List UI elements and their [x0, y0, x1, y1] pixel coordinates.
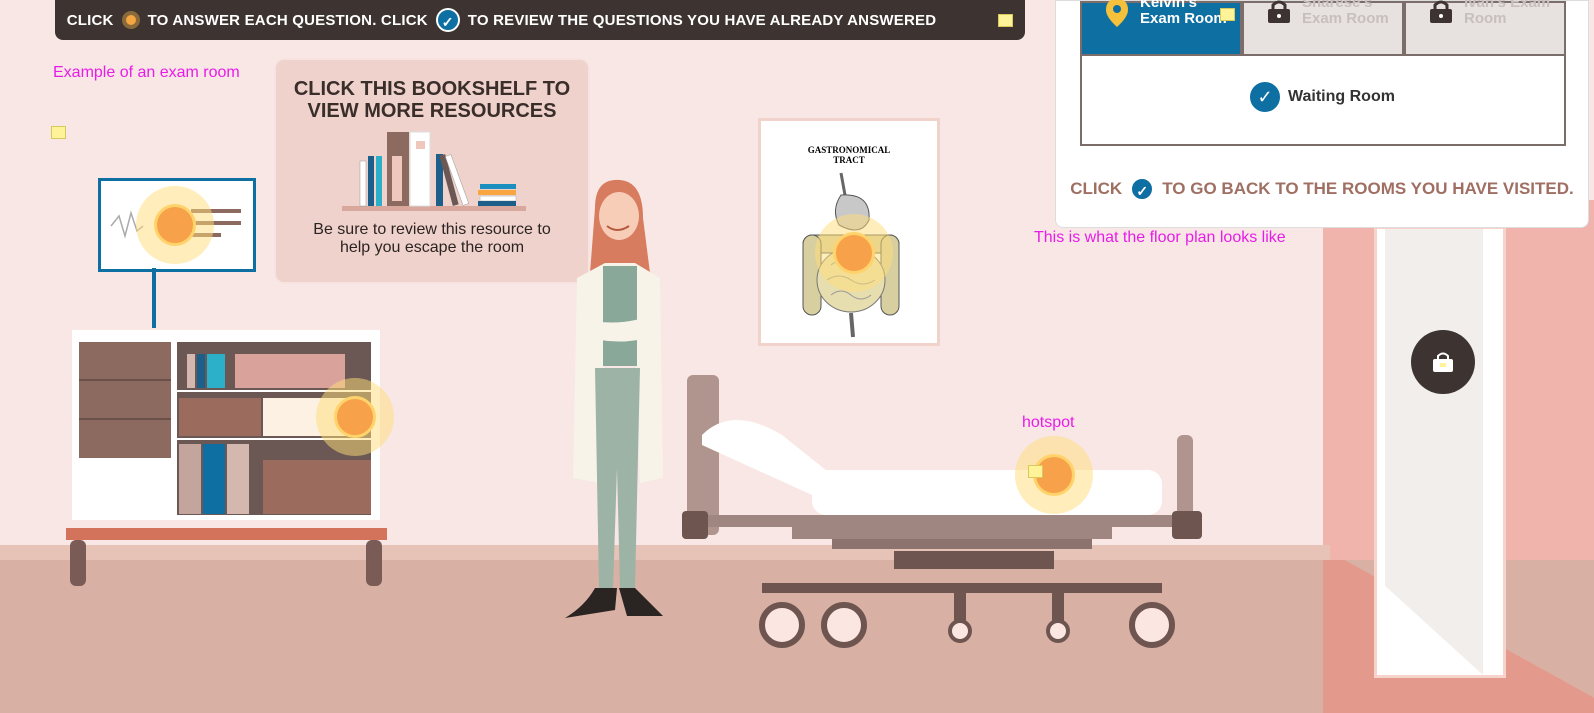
annotation-floor-plan: This is what the floor plan looks like	[1034, 229, 1286, 246]
room-kelvin[interactable]: Kelvin's Exam Room	[1080, 0, 1242, 56]
exit-door[interactable]	[1374, 226, 1506, 678]
note-icon[interactable]	[51, 126, 66, 139]
doctor-character[interactable]	[555, 178, 675, 630]
instruction-answer: TO ANSWER EACH QUESTION. CLICK	[147, 11, 428, 29]
floor-plan-panel: Kelvin's Exam Room Sharese's Exam Room I…	[1055, 0, 1589, 228]
hotspot-monitor[interactable]	[136, 186, 214, 264]
room-kelvin-label: Kelvin's Exam Room	[1140, 0, 1227, 27]
lock-icon	[1433, 352, 1453, 372]
checkmark-icon[interactable]: ✓	[435, 8, 460, 32]
note-icon[interactable]	[1220, 8, 1235, 21]
note-icon[interactable]	[998, 13, 1014, 27]
hotspot-poster[interactable]	[815, 214, 893, 292]
footer-text: TO GO BACK TO THE ROOMS YOU HAVE VISITED…	[1162, 179, 1574, 198]
map-pin-icon	[1106, 0, 1128, 27]
locked-door-button[interactable]	[1411, 330, 1475, 394]
room-ivan-label: Ivan's Exam Room	[1464, 0, 1551, 27]
bookshelf-card-body: Be sure to review this resource to help …	[313, 221, 551, 256]
cabinet-leg	[366, 540, 382, 586]
poster-title: GASTRONOMICAL TRACT	[807, 145, 891, 165]
cabinet-drawers	[79, 342, 171, 458]
monitor-stand	[152, 268, 156, 328]
hotspot-dot-icon	[121, 11, 140, 29]
bookshelf-resource-card[interactable]: CLICK THIS BOOKSHELF TO VIEW MORE RESOUR…	[274, 58, 590, 284]
lock-icon	[1268, 0, 1290, 23]
room-ivan[interactable]: Ivan's Exam Room	[1404, 0, 1566, 56]
waiting-room[interactable]: ✓ Waiting Room	[1080, 54, 1566, 146]
instruction-click-1: CLICK	[66, 11, 114, 29]
hotspot-cabinet[interactable]	[316, 378, 394, 456]
note-icon[interactable]	[1028, 465, 1043, 478]
room-sharese-label: Sharese's Exam Room	[1302, 0, 1389, 27]
instruction-bar: CLICK TO ANSWER EACH QUESTION. CLICK ✓ T…	[55, 0, 1025, 40]
bookshelf-books-icon	[342, 131, 526, 211]
instruction-review: TO REVIEW THE QUESTIONS YOU HAVE ALREADY…	[467, 11, 937, 29]
hospital-bed	[682, 375, 1202, 648]
bookshelf-card-title: CLICK THIS BOOKSHELF TO VIEW MORE RESOUR…	[293, 78, 571, 122]
floor-plan-footer: CLICK ✓ TO GO BACK TO THE ROOMS YOU HAVE…	[1056, 177, 1588, 201]
waiting-room-label: Waiting Room	[1288, 88, 1395, 105]
annotation-exam-room: Example of an exam room	[53, 64, 240, 81]
lock-icon	[1430, 0, 1452, 23]
hotspot-bed[interactable]	[1015, 436, 1093, 514]
checkmark-icon[interactable]: ✓	[1130, 177, 1155, 201]
cabinet-leg	[70, 540, 86, 586]
footer-click: CLICK	[1070, 179, 1123, 198]
cabinet-base	[66, 528, 387, 540]
checkmark-icon: ✓	[1248, 80, 1282, 114]
room-sharese[interactable]: Sharese's Exam Room	[1242, 0, 1404, 56]
